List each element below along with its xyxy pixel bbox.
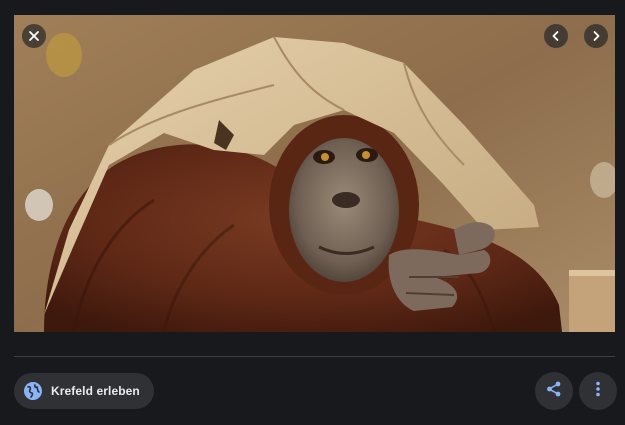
source-label: Krefeld erleben (51, 384, 140, 398)
share-button[interactable] (535, 372, 573, 410)
close-button[interactable] (22, 24, 46, 48)
share-icon (545, 380, 563, 403)
previous-image-button[interactable] (544, 24, 568, 48)
globe-icon (23, 381, 43, 401)
close-icon (28, 30, 40, 42)
next-image-button[interactable] (584, 24, 608, 48)
orangutan-photo (14, 15, 615, 332)
more-options-button[interactable] (579, 372, 617, 410)
divider (14, 356, 615, 357)
source-link-chip[interactable]: Krefeld erleben (14, 373, 154, 409)
image-viewer: Krefeld erleben (0, 0, 625, 425)
chevron-left-icon (550, 30, 562, 42)
more-vert-icon (589, 380, 607, 403)
preview-image[interactable] (14, 15, 615, 332)
chevron-right-icon (590, 30, 602, 42)
